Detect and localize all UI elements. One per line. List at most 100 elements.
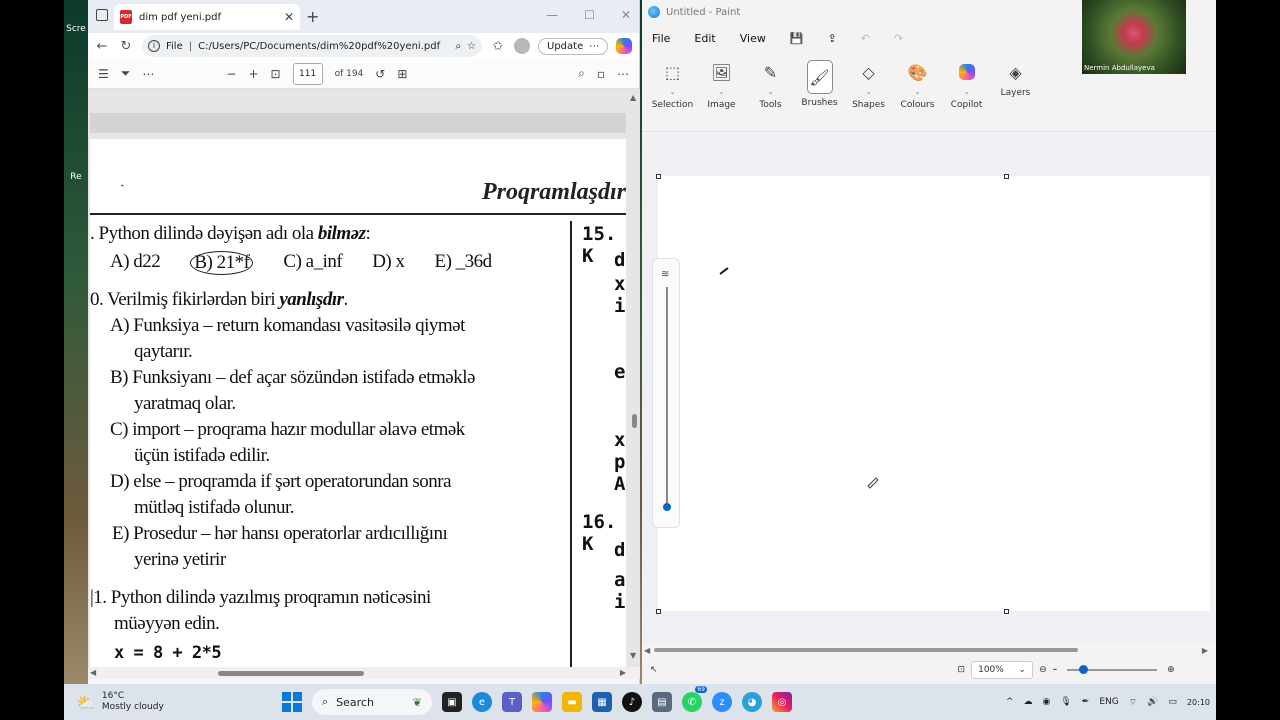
zoom-minus-icon[interactable]: – xyxy=(1053,665,1058,675)
tiktok-app-icon[interactable]: ♪ xyxy=(622,692,642,712)
zoom-out-icon[interactable]: − xyxy=(226,67,236,81)
notification-badge: 69 xyxy=(695,686,707,693)
close-window-icon[interactable]: ✕ xyxy=(621,8,631,22)
favorite-star-icon[interactable]: ☆ xyxy=(467,41,476,52)
search-icon[interactable]: ⌕ xyxy=(578,66,585,81)
draw-icon[interactable]: ⏷ xyxy=(121,66,131,81)
page-number-input[interactable]: 111 xyxy=(292,62,323,85)
resize-handle[interactable] xyxy=(1004,609,1009,614)
scroll-left-icon[interactable]: ◀ xyxy=(644,646,650,655)
whatsapp-app-icon[interactable]: ✆ 69 xyxy=(682,686,707,712)
ribbon-brushes[interactable]: 🖌 Brushes xyxy=(795,60,844,108)
refresh-icon[interactable]: ↻ xyxy=(118,39,134,54)
paint-horizontal-scrollbar[interactable]: ◀ ▶ xyxy=(642,644,1216,656)
info-icon[interactable]: i xyxy=(148,40,160,52)
weather-widget[interactable]: ⛅ 16°C Mostly cloudy xyxy=(64,691,264,713)
microphone-icon[interactable]: 🎙 xyxy=(1060,697,1071,707)
calculator-app-icon[interactable]: ▤ xyxy=(652,692,672,712)
share-icon[interactable]: ⇪ xyxy=(828,32,837,45)
drawing-canvas[interactable] xyxy=(658,176,1210,611)
file-explorer-icon[interactable]: ▬ xyxy=(562,692,582,712)
scroll-down-icon[interactable]: ▼ xyxy=(630,651,636,660)
new-tab-icon[interactable]: + xyxy=(306,7,319,26)
ribbon-copilot[interactable]: ⌄ Copilot xyxy=(942,60,991,110)
contents-icon[interactable]: ☰ xyxy=(98,67,109,81)
paint-app-icon[interactable]: ◕ xyxy=(742,692,762,712)
zoom-in-icon[interactable]: ⊕ xyxy=(1167,665,1175,675)
clock[interactable]: 20:10 xyxy=(1187,698,1210,707)
scroll-up-icon[interactable]: ▲ xyxy=(630,93,636,102)
fit-to-window-icon[interactable]: ⊡ xyxy=(958,665,966,675)
task-view-icon[interactable]: ▣ xyxy=(442,692,462,712)
zoom-select[interactable]: 100% ⌄ xyxy=(971,661,1034,679)
page-view-icon[interactable]: ⊞ xyxy=(397,67,407,81)
copilot-icon[interactable] xyxy=(616,38,633,54)
resize-handle[interactable] xyxy=(656,609,661,614)
menu-edit[interactable]: Edit xyxy=(694,32,715,45)
chevron-up-icon[interactable]: ^ xyxy=(1006,697,1014,707)
save-icon[interactable]: 💾 xyxy=(790,32,804,45)
edge-app-icon[interactable]: e xyxy=(472,692,492,712)
desktop-icon-label[interactable]: Scre xyxy=(64,24,88,34)
zoom-out-icon[interactable]: ⊖ xyxy=(1039,665,1047,675)
zoom-in-icon[interactable]: + xyxy=(248,67,258,81)
volume-icon[interactable]: 🔊 xyxy=(1147,697,1158,707)
vertical-scroll-thumb[interactable] xyxy=(632,414,637,428)
battery-icon[interactable]: ▭ xyxy=(1168,697,1177,707)
ribbon-image[interactable]: 🖼 ⌄ Image xyxy=(697,60,746,111)
scroll-right-icon[interactable]: ▶ xyxy=(620,668,626,677)
more-icon[interactable]: ⋯ xyxy=(589,41,599,52)
resize-handle[interactable] xyxy=(656,174,661,179)
tab-actions-icon[interactable] xyxy=(96,9,108,21)
save-icon[interactable]: ▫ xyxy=(597,67,605,81)
wifi-icon[interactable]: ⌔ xyxy=(1129,697,1137,708)
minimize-icon[interactable]: — xyxy=(546,8,558,22)
ribbon-colours[interactable]: 🎨 ⌄ Colours xyxy=(893,60,942,111)
resize-handle[interactable] xyxy=(1004,174,1009,179)
chrome-icon[interactable]: ◉ xyxy=(1042,697,1050,707)
profile-avatar[interactable] xyxy=(514,38,530,54)
ribbon-tools[interactable]: ✎ ⌄ Tools xyxy=(746,60,795,111)
menu-view[interactable]: View xyxy=(740,32,766,45)
close-tab-icon[interactable]: ✕ xyxy=(284,10,294,24)
cloud-icon[interactable]: ☁ xyxy=(1023,697,1032,707)
update-button[interactable]: Update ⋯ xyxy=(538,37,609,55)
undo-icon[interactable]: ↶ xyxy=(861,32,870,45)
ribbon-shapes[interactable]: ◇ ⌄ Shapes xyxy=(844,60,893,111)
fit-page-icon[interactable]: ⊡ xyxy=(271,67,281,81)
more-tools-icon[interactable]: ⋯ xyxy=(142,67,154,81)
ribbon-selection[interactable]: ⬚ ⌄ Selection xyxy=(648,60,697,111)
horizontal-scrollbar[interactable]: ◀ ▶ xyxy=(88,667,640,679)
address-bar[interactable]: i File | C:/Users/PC/Documents/dim%20pdf… xyxy=(142,35,482,57)
zoom-slider[interactable] xyxy=(1067,665,1158,674)
scroll-left-icon[interactable]: ◀ xyxy=(90,668,96,677)
zoom-icon[interactable]: ⌕ xyxy=(455,41,461,52)
brush-size-track[interactable] xyxy=(666,287,668,507)
maximize-icon[interactable]: ☐ xyxy=(584,8,595,22)
teams-app-icon[interactable]: T xyxy=(502,692,522,712)
taskbar-search[interactable]: ⌕ Search ❦ xyxy=(312,689,432,715)
favorites-icon[interactable]: ✩ xyxy=(490,39,506,54)
instagram-app-icon[interactable]: ◎ xyxy=(772,692,792,712)
pen-icon[interactable]: ✒ xyxy=(1082,697,1090,707)
rotate-icon[interactable]: ↺ xyxy=(375,67,385,81)
back-icon[interactable]: ← xyxy=(94,39,110,54)
copilot-app-icon[interactable] xyxy=(532,692,552,712)
scroll-right-icon[interactable]: ▶ xyxy=(1202,646,1208,655)
store-app-icon[interactable]: ▦ xyxy=(592,692,612,712)
horizontal-scroll-thumb[interactable] xyxy=(218,671,364,676)
brush-size-knob[interactable] xyxy=(663,503,671,511)
desktop-icon-label[interactable]: Re xyxy=(64,172,88,182)
menu-file[interactable]: File xyxy=(652,32,670,45)
settings-more-icon[interactable]: ⋯ xyxy=(617,67,629,81)
language-indicator[interactable]: ENG xyxy=(1099,697,1118,707)
zoom-app-icon[interactable]: z xyxy=(712,692,732,712)
vertical-scrollbar[interactable]: ▲ ▼ xyxy=(630,89,638,667)
pdf-viewport[interactable]: ˰ Proqramlaşdır . Python dilində dəyişən… xyxy=(88,89,640,679)
ribbon-layers[interactable]: ◈ Layers xyxy=(991,60,1040,99)
tab-pdf[interactable]: PDF dim pdf yeni.pdf ✕ xyxy=(114,4,300,30)
address-url[interactable]: C:/Users/PC/Documents/dim%20pdf%20yeni.p… xyxy=(198,41,440,52)
redo-icon[interactable]: ↷ xyxy=(894,32,903,45)
start-button[interactable] xyxy=(282,692,302,712)
paint-scroll-thumb[interactable] xyxy=(654,648,1078,652)
